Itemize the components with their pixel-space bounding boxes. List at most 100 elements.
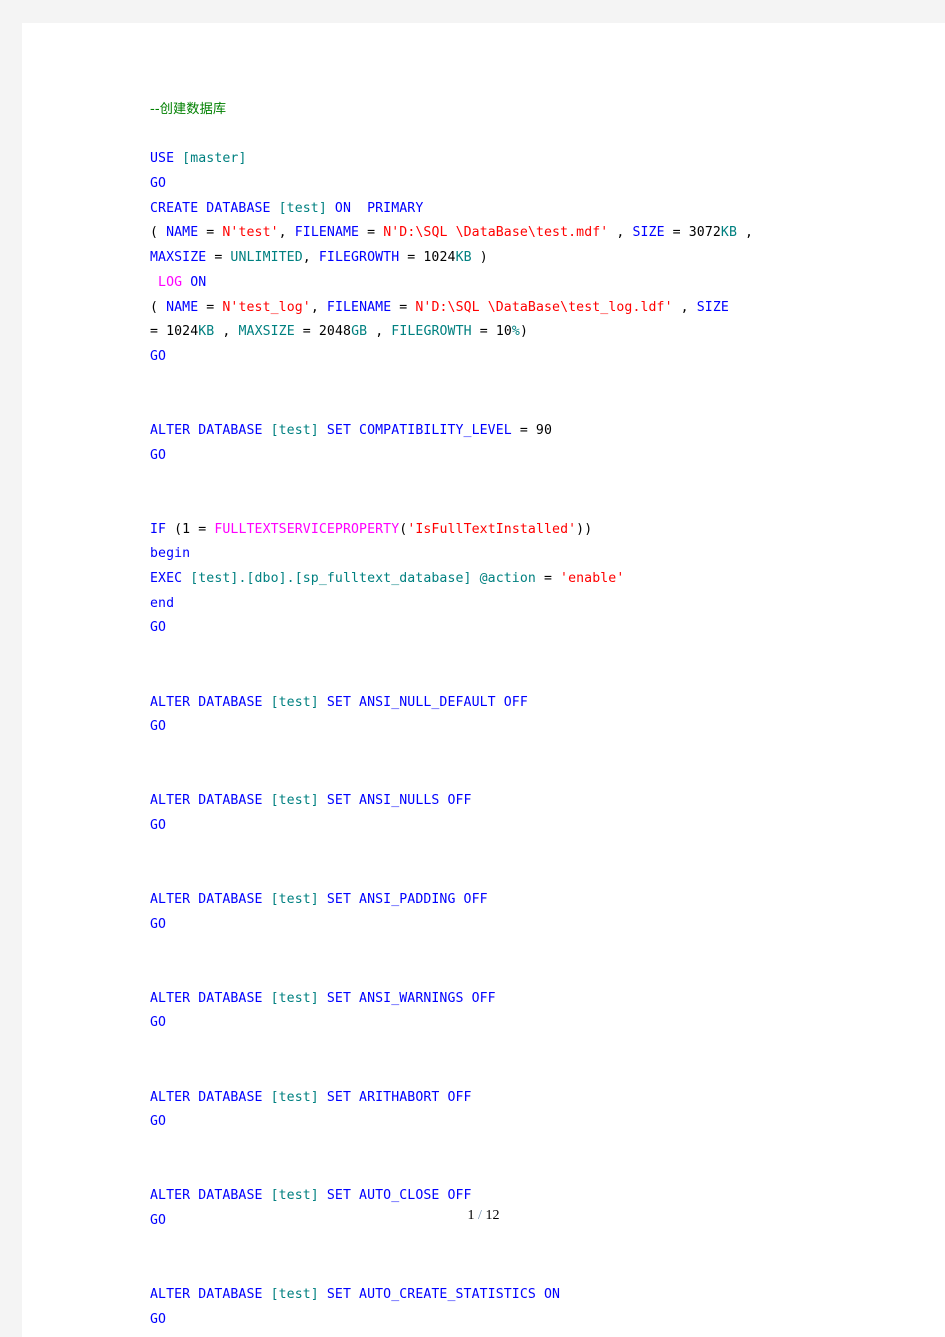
code-token: GO (150, 719, 167, 735)
code-line: ALTER DATABASE [test] SET ANSI_NULLS OFF (150, 789, 880, 814)
code-token: GO (150, 1114, 167, 1130)
code-line: ALTER DATABASE [test] SET ANSI_WARNINGS … (150, 987, 880, 1012)
code-token: KB (198, 324, 215, 340)
code-line: end (150, 592, 880, 617)
code-token: GO (150, 817, 167, 833)
code-token: EXEC (150, 571, 191, 587)
code-token: , (737, 225, 754, 241)
code-token: SET ANSI_NULL_DEFAULT OFF (318, 694, 528, 710)
code-line: GO (150, 444, 880, 469)
code-token: = (150, 324, 167, 340)
code-token: ALTER DATABASE (150, 1089, 271, 1105)
code-token: LOG (158, 274, 183, 290)
code-line: GO (150, 1308, 880, 1333)
code-line: EXEC [test].[dbo].[sp_fulltext_database]… (150, 567, 880, 592)
code-line: LOG ON (150, 271, 880, 296)
code-token: GO (150, 176, 167, 192)
code-line: ALTER DATABASE [test] SET COMPATIBILITY_… (150, 419, 880, 444)
code-token: [test] (270, 1188, 319, 1204)
code-line: CREATE DATABASE [test] ON PRIMARY (150, 197, 880, 222)
code-token: = (399, 250, 424, 266)
code-token: [test] (270, 990, 319, 1006)
code-token: GO (150, 620, 167, 636)
code-token: CREATE DATABASE (150, 200, 279, 216)
code-token: end (150, 595, 175, 611)
code-token: --创建数据库 (150, 102, 227, 117)
code-token: 'IsFullTextInstalled' (407, 521, 577, 537)
code-token: 1 (182, 521, 191, 537)
code-token: MAXSIZE (150, 250, 207, 266)
code-token: SET COMPATIBILITY_LEVEL (318, 422, 512, 438)
code-token: @action (479, 571, 536, 587)
code-token: N'D:\SQL \DataBase\test.mdf' (383, 225, 609, 241)
code-token: )) (576, 521, 593, 537)
code-token: 1024 (423, 250, 456, 266)
code-token: GO (150, 447, 167, 463)
code-token: 90 (535, 422, 553, 438)
code-line: GO (150, 1011, 880, 1036)
code-token: [test] (270, 1287, 319, 1302)
code-token: ON (190, 274, 207, 290)
code-token: GO (150, 916, 167, 932)
code-line: ALTER DATABASE [test] SET AUTO_CREATE_ST… (150, 1283, 880, 1308)
code-token: ( (150, 299, 167, 315)
code-token: FILENAME (326, 299, 392, 315)
code-token: SIZE (696, 299, 729, 315)
code-token: USE (150, 151, 183, 167)
code-line: GO (150, 345, 880, 370)
code-token: = (391, 299, 416, 315)
code-token: KB (720, 225, 738, 241)
code-token: ) (519, 324, 528, 340)
code-token: N'test_log' (222, 299, 311, 315)
code-token: 2048 (318, 324, 352, 340)
code-token: FILEGROWTH (391, 324, 472, 340)
code-token: UNLIMITED (230, 250, 303, 266)
code-token: [test] (270, 422, 319, 438)
code-token: [test].[dbo].[sp_fulltext_database] (190, 571, 472, 587)
page-number-current: 1 (467, 1208, 475, 1223)
code-token: , (672, 299, 697, 315)
code-line: GO (150, 715, 880, 740)
code-token: [test] (270, 793, 319, 809)
code-token: [test] (270, 1089, 319, 1105)
code-line: ( NAME = N'test', FILENAME = N'D:\SQL \D… (150, 221, 880, 246)
code-token: N'test' (222, 225, 279, 241)
code-token: = (535, 571, 561, 587)
code-token: ALTER DATABASE (150, 892, 271, 907)
code-token: , (310, 299, 327, 315)
code-token: ALTER DATABASE (150, 1287, 271, 1302)
code-token: [test] (270, 694, 319, 710)
code-line: ALTER DATABASE [test] SET ARITHABORT OFF (150, 1086, 880, 1111)
code-token: ) (471, 250, 488, 266)
code-token: SIZE (632, 225, 665, 241)
code-token: [master] (182, 151, 247, 167)
code-token: = (359, 225, 384, 241)
page-number-separator: / (474, 1208, 486, 1223)
code-token: N'D:\SQL \DataBase\test_log.ldf' (415, 299, 673, 315)
code-token: ( (150, 225, 167, 241)
code-line: ALTER DATABASE [test] SET ANSI_NULL_DEFA… (150, 691, 880, 716)
code-token: = (190, 521, 215, 537)
code-token: NAME (166, 225, 199, 241)
code-line: IF (1 = FULLTEXTSERVICEPROPERTY('IsFullT… (150, 518, 880, 543)
code-line: GO (150, 814, 880, 839)
code-token: 3072 (688, 225, 721, 241)
code-token: ALTER DATABASE (150, 694, 271, 710)
code-line: ALTER DATABASE [test] SET AUTO_CLOSE OFF (150, 1184, 880, 1209)
document-page: --创建数据库 USE [master] GO CREATE DATABASE [t… (22, 23, 945, 1337)
code-token: = (664, 225, 689, 241)
code-line: MAXSIZE = UNLIMITED, FILEGROWTH = 1024KB… (150, 246, 880, 271)
code-token: FILENAME (294, 225, 360, 241)
code-token: ON PRIMARY (326, 200, 424, 216)
code-token: GO (150, 1311, 167, 1327)
